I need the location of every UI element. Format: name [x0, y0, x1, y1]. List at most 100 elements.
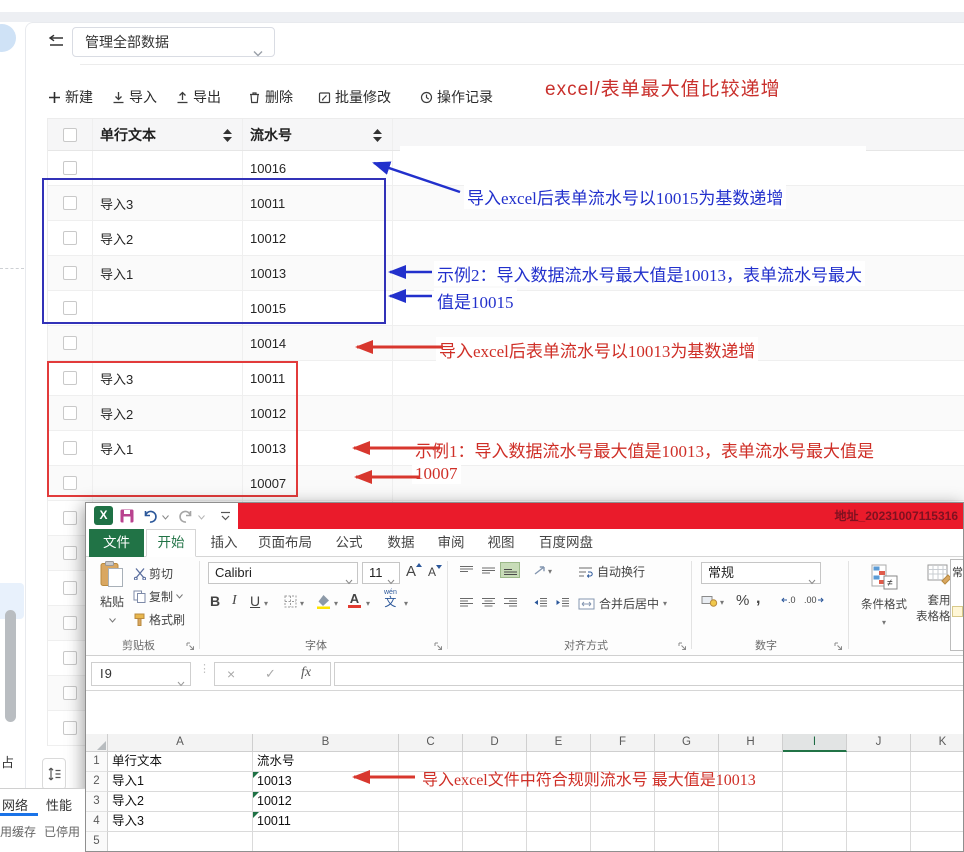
cell-J1[interactable] — [847, 752, 911, 772]
sort-icon[interactable] — [373, 129, 382, 145]
row-checkbox[interactable] — [63, 336, 77, 350]
increase-decimal-button[interactable]: .0 — [781, 595, 796, 605]
cell-H3[interactable] — [719, 792, 783, 812]
italic-button[interactable]: I — [232, 593, 237, 609]
row-header-1[interactable]: 1 — [86, 752, 108, 772]
sort-icon[interactable] — [223, 129, 232, 145]
column-header-G[interactable]: G — [655, 734, 719, 752]
phonetic-guide-button[interactable]: wén文 — [384, 589, 397, 609]
cell-D5[interactable] — [463, 832, 527, 852]
font-dialog-launcher[interactable] — [434, 638, 443, 656]
paste-button[interactable]: 粘贴 — [94, 561, 130, 628]
cell-I2[interactable] — [783, 772, 847, 792]
tab-page-layout[interactable]: 页面布局 — [252, 529, 318, 557]
font-color-dropdown-icon[interactable]: ▾ — [366, 599, 370, 608]
wrap-text-button[interactable]: 自动换行 — [578, 563, 645, 580]
redo-dropdown-icon[interactable] — [198, 515, 205, 520]
cell-I3[interactable] — [783, 792, 847, 812]
align-left-button[interactable] — [456, 594, 476, 610]
cell-I1[interactable] — [783, 752, 847, 772]
tab-insert[interactable]: 插入 — [204, 529, 244, 557]
cell-B4[interactable]: 10011 — [253, 812, 399, 832]
customize-qat-icon[interactable] — [220, 511, 231, 522]
row-checkbox[interactable] — [63, 686, 77, 700]
window-titlebar[interactable]: 地址_20231007115316 — [238, 503, 963, 529]
column-header-F[interactable]: F — [591, 734, 655, 752]
align-right-button[interactable] — [500, 594, 520, 610]
undo-icon[interactable] — [142, 509, 158, 524]
borders-dropdown-icon[interactable]: ▾ — [300, 599, 304, 608]
fill-color-button[interactable] — [316, 594, 331, 614]
cell-A2[interactable]: 导入1 — [108, 772, 253, 792]
column-header-D[interactable]: D — [463, 734, 527, 752]
enter-button[interactable]: ✓ — [265, 666, 276, 682]
decrease-indent-button[interactable] — [530, 594, 550, 610]
align-center-button[interactable] — [478, 594, 498, 610]
vertical-scrollbar[interactable] — [5, 610, 16, 722]
cell-B3[interactable]: 10012 — [253, 792, 399, 812]
column-header-I[interactable]: I — [783, 734, 847, 752]
increase-indent-button[interactable] — [552, 594, 572, 610]
cell-J2[interactable] — [847, 772, 911, 792]
percent-style-button[interactable]: % — [736, 592, 749, 609]
align-top-button[interactable] — [456, 562, 476, 578]
column-header-serial[interactable]: 流水号 — [243, 119, 393, 150]
cut-button[interactable]: 剪切 — [133, 565, 173, 582]
cell-H4[interactable] — [719, 812, 783, 832]
row-header-4[interactable]: 4 — [86, 812, 108, 832]
row-header-5[interactable]: 5 — [86, 832, 108, 852]
cell-I5[interactable] — [783, 832, 847, 852]
cell-C3[interactable] — [399, 792, 463, 812]
decrease-decimal-button[interactable]: .00 — [804, 595, 824, 605]
cell-A4[interactable]: 导入3 — [108, 812, 253, 832]
cell-F3[interactable] — [591, 792, 655, 812]
import-button[interactable]: 导入 — [112, 87, 157, 107]
cell-C5[interactable] — [399, 832, 463, 852]
accounting-format-button[interactable] — [701, 594, 718, 612]
delete-button[interactable]: 删除 — [248, 87, 293, 107]
orientation-button[interactable] — [530, 562, 550, 578]
devtools-tab-network[interactable]: 网络 — [2, 795, 28, 814]
save-icon[interactable] — [120, 509, 134, 523]
column-header-H[interactable]: H — [719, 734, 783, 752]
tab-home[interactable]: 开始 — [146, 529, 196, 557]
excel-app-icon[interactable]: X — [94, 506, 113, 525]
column-header-C[interactable]: C — [399, 734, 463, 752]
cell-J4[interactable] — [847, 812, 911, 832]
cancel-button[interactable]: × — [227, 666, 235, 682]
column-header-text[interactable]: 单行文本 — [93, 119, 243, 150]
borders-button[interactable] — [284, 595, 297, 613]
cell-E5[interactable] — [527, 832, 591, 852]
tab-data[interactable]: 数据 — [380, 529, 422, 557]
alignment-dialog-launcher[interactable] — [678, 638, 687, 656]
devtools-tab-performance[interactable]: 性能 — [46, 795, 72, 814]
cell-F5[interactable] — [591, 832, 655, 852]
cell-A3[interactable]: 导入2 — [108, 792, 253, 812]
cell-J5[interactable] — [847, 832, 911, 852]
row-checkbox[interactable] — [63, 651, 77, 665]
collapse-panel-icon[interactable] — [46, 33, 66, 53]
shrink-font-button[interactable]: A — [428, 565, 442, 579]
avatar[interactable] — [0, 24, 16, 52]
number-dialog-launcher[interactable] — [834, 638, 843, 656]
cell-K2[interactable] — [911, 772, 964, 792]
cell-K3[interactable] — [911, 792, 964, 812]
cell-J3[interactable] — [847, 792, 911, 812]
cell-B2[interactable]: 10013 — [253, 772, 399, 792]
merge-center-button[interactable]: 合并后居中 ▾ — [578, 595, 667, 612]
redo-icon[interactable] — [178, 509, 194, 524]
column-header-E[interactable]: E — [527, 734, 591, 752]
row-checkbox[interactable] — [63, 721, 77, 735]
number-format-select[interactable]: 常规 — [701, 562, 821, 584]
tab-file[interactable]: 文件 — [89, 529, 144, 557]
cell-K4[interactable] — [911, 812, 964, 832]
tab-baidu-netdisk[interactable]: 百度网盘 — [530, 529, 602, 557]
column-header-A[interactable]: A — [108, 734, 253, 752]
fill-color-dropdown-icon[interactable]: ▾ — [334, 599, 338, 608]
column-header-K[interactable]: K — [911, 734, 964, 752]
row-checkbox[interactable] — [63, 161, 77, 175]
row-height-button[interactable] — [42, 758, 66, 790]
align-middle-button[interactable] — [478, 562, 498, 578]
conditional-formatting-button[interactable]: ≠ 条件格式 ▾ — [856, 564, 912, 630]
cell-G3[interactable] — [655, 792, 719, 812]
